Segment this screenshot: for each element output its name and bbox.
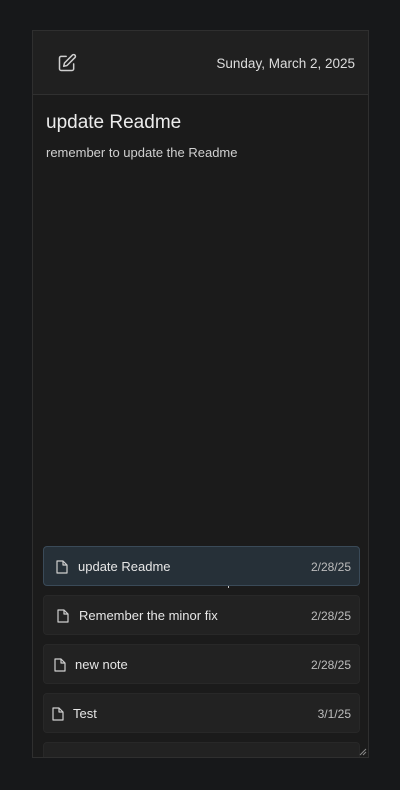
notes-app-panel: Sunday, March 2, 2025 update Readme reme… [32,30,369,758]
list-item-label: new note [75,657,128,672]
document-icon [54,658,66,672]
list-item-date: 2/28/25 [310,609,351,623]
list-item[interactable]: new note 2/28/25 [43,644,360,684]
note-editor[interactable]: update Readme remember to update the Rea… [33,95,368,589]
new-note-button[interactable] [57,53,77,73]
list-item[interactable]: update Readme 2/28/25 [43,546,360,586]
notes-list: update Readme 2/28/25 Remember the minor… [33,536,368,757]
list-item[interactable]: Test 3/1/25 [43,693,360,733]
list-item-label: Remember the minor fix [79,608,218,623]
document-icon [52,707,64,721]
header-bar: Sunday, March 2, 2025 [33,31,368,95]
list-item-label: Test [73,706,97,721]
document-icon [56,560,68,574]
list-item-date: 2/28/25 [310,560,351,574]
edit-pencil-icon [57,53,77,73]
note-body[interactable]: remember to update the Readme [46,145,238,160]
note-title[interactable]: update Readme [46,112,181,134]
list-item[interactable]: Remember the minor fix 2/28/25 [43,595,360,635]
list-item[interactable] [43,742,360,757]
list-item-label: update Readme [78,559,171,574]
list-item-date: 2/28/25 [310,658,351,672]
list-item-date: 3/1/25 [317,707,351,721]
current-date: Sunday, March 2, 2025 [216,56,355,71]
document-icon [57,609,69,623]
resize-handle[interactable] [357,746,367,756]
